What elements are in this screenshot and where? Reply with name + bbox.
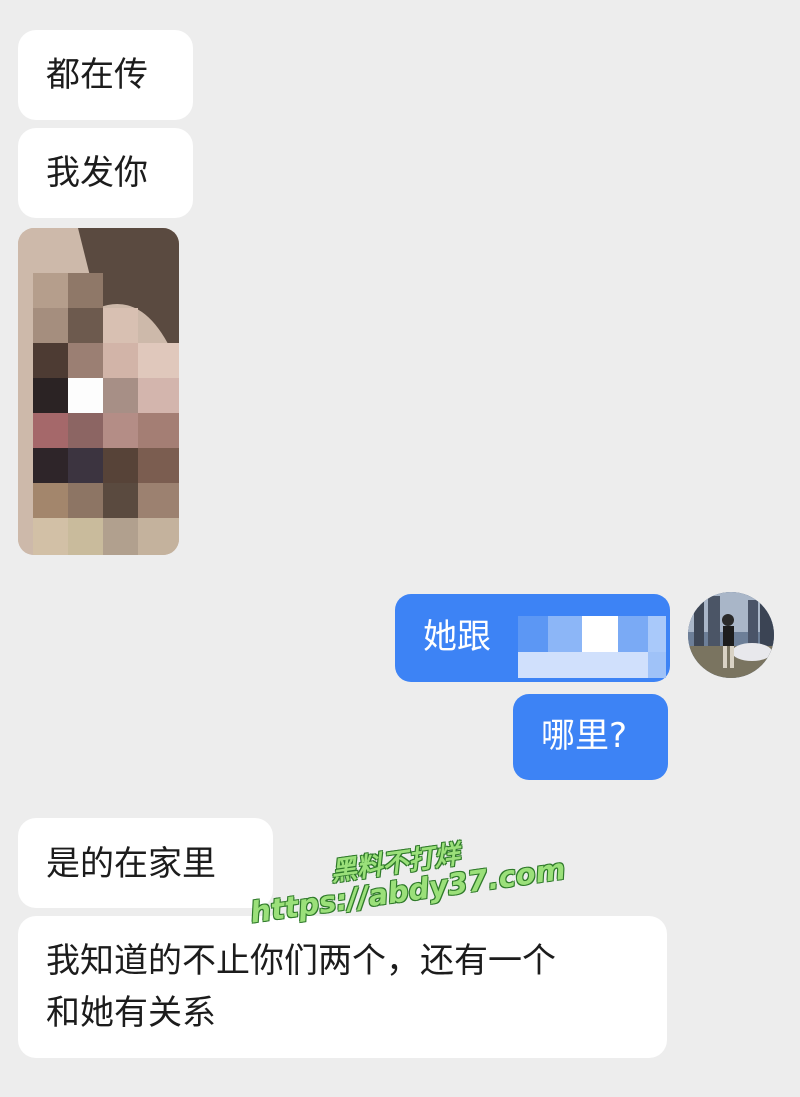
message-bubble-outgoing[interactable]: 哪里? — [513, 694, 668, 780]
message-text-line: 和她有关系 — [46, 993, 216, 1033]
message-bubble-incoming[interactable]: 都在传 — [18, 30, 193, 120]
message-text: 是的在家里 — [46, 844, 216, 884]
message-text-line: 我知道的不止你们两个，还有一个 — [46, 941, 556, 981]
message-bubble-incoming[interactable]: 我知道的不止你们两个，还有一个 和她有关系 — [18, 916, 667, 1058]
image-message[interactable] — [18, 228, 179, 555]
message-text: 哪里? — [541, 716, 628, 756]
message-bubble-incoming[interactable]: 是的在家里 — [18, 818, 273, 908]
message-text: 我发你 — [46, 153, 148, 193]
message-bubble-incoming[interactable]: 我发你 — [18, 128, 193, 218]
pixelated-photo-icon — [18, 228, 179, 555]
message-text: 她跟 — [423, 617, 491, 657]
user-avatar-photo-icon — [688, 592, 774, 678]
redacted-text-mosaic — [518, 616, 666, 678]
avatar[interactable] — [688, 592, 774, 678]
message-text: 都在传 — [46, 55, 148, 95]
